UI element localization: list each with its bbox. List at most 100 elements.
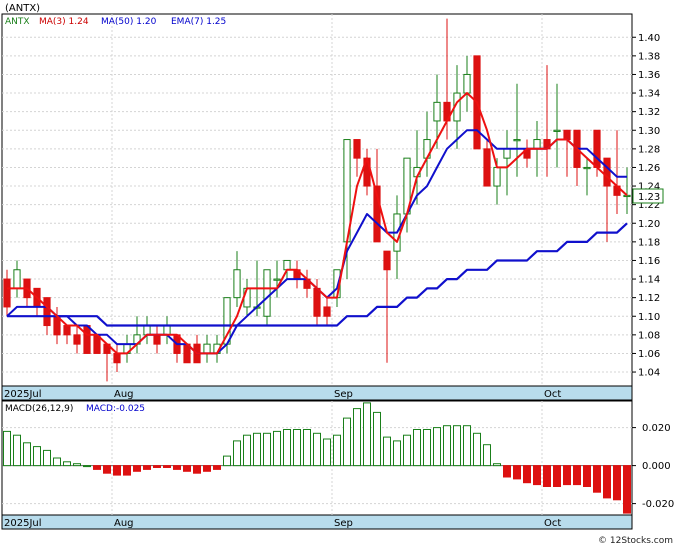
price-panel — [1, 13, 633, 387]
macd-month-label: 2025Jul — [4, 518, 42, 529]
macd-bar — [83, 465, 91, 468]
macd-bar — [263, 432, 271, 467]
legend-ma3: MA(3) 1.24 — [39, 17, 89, 27]
macd-bar — [623, 465, 631, 514]
price-tick-label: 1.16 — [638, 256, 660, 267]
legend-ticker: ANTX — [5, 17, 30, 27]
macd-bar — [533, 465, 541, 486]
candle-body — [143, 325, 151, 336]
candle-body — [323, 306, 331, 317]
macd-bar — [343, 417, 351, 467]
macd-bar — [103, 465, 111, 474]
macd-bar — [113, 465, 121, 476]
macd-bar — [213, 465, 221, 470]
macd-bar — [553, 465, 561, 488]
price-tick-label: 1.12 — [638, 293, 660, 304]
candle-body — [63, 325, 71, 336]
macd-bar — [613, 465, 621, 501]
price-tick-label: 1.10 — [638, 312, 660, 323]
macd-bar — [163, 465, 171, 469]
candle-body — [313, 287, 321, 317]
candle-body — [493, 166, 501, 187]
price-tick-label: 1.36 — [638, 70, 660, 81]
candle-body — [503, 148, 511, 159]
macd-bar — [603, 465, 611, 499]
price-tick-label: 1.18 — [638, 237, 660, 248]
macd-bar — [493, 463, 501, 467]
month-label: 2025Jul — [4, 389, 42, 400]
macd-bar — [303, 429, 311, 467]
price-legend: ANTX MA(3) 1.24 MA(50) 1.20 EMA(7) 1.25 — [5, 17, 226, 27]
macd-bar — [333, 434, 341, 467]
macd-bar — [143, 465, 151, 470]
macd-bar — [563, 465, 571, 486]
macd-tick-label: -0.020 — [642, 499, 674, 510]
macd-bar — [473, 432, 481, 467]
legend-ema7: EMA(7) 1.25 — [171, 17, 226, 27]
macd-bar — [443, 425, 451, 467]
macd-x-axis-band — [1, 514, 633, 530]
macd-bar — [93, 465, 101, 470]
macd-bar — [253, 432, 261, 467]
price-tick-label: 1.06 — [638, 349, 660, 360]
candle-body — [583, 166, 591, 170]
price-tick-label: 1.20 — [638, 219, 660, 230]
macd-bar — [433, 427, 441, 467]
macd-bar — [573, 465, 581, 486]
macd-bar — [543, 465, 551, 488]
macd-bar — [283, 429, 291, 467]
macd-bar — [13, 434, 21, 467]
macd-bar — [323, 438, 331, 467]
price-tick-label: 1.28 — [638, 144, 660, 155]
macd-bar — [193, 465, 201, 474]
credit-text: © 12Stocks.com — [598, 536, 673, 546]
macd-bar — [3, 430, 11, 467]
candle-body — [113, 352, 121, 364]
month-label: Sep — [334, 389, 353, 400]
price-x-axis-band — [1, 385, 633, 401]
candle-body — [163, 325, 171, 336]
month-label: Aug — [114, 389, 134, 400]
macd-bar — [423, 429, 431, 467]
macd-bar — [243, 434, 251, 467]
macd-bar — [63, 461, 71, 467]
stock-chart: 1.041.061.081.101.121.141.161.181.201.22… — [1, 3, 674, 546]
macd-bar — [523, 465, 531, 484]
macd-bar — [273, 430, 281, 467]
macd-bar — [43, 449, 51, 467]
macd-month-label: Sep — [334, 518, 353, 529]
price-tick-label: 1.04 — [638, 368, 660, 379]
macd-bar — [313, 432, 321, 467]
price-tick-label: 1.32 — [638, 107, 660, 118]
macd-bar — [393, 440, 401, 467]
candle-body — [153, 334, 161, 345]
candle-body — [463, 73, 471, 94]
candle-body — [353, 139, 361, 159]
candle-body — [483, 148, 491, 187]
macd-bar — [583, 465, 591, 488]
macd-tick-label: 0.000 — [642, 461, 671, 472]
price-tick-label: 1.08 — [638, 330, 660, 341]
candle-body — [203, 343, 211, 354]
macd-bar — [513, 465, 521, 480]
macd-bar — [23, 442, 31, 467]
price-tick-label: 1.34 — [638, 89, 660, 100]
candle-body — [593, 129, 601, 168]
candle-body — [83, 325, 91, 354]
macd-bar — [233, 440, 241, 467]
macd-bar — [403, 434, 411, 467]
macd-bar — [33, 446, 41, 467]
month-label: Oct — [544, 389, 561, 400]
candle-body — [533, 139, 541, 150]
price-tick-label: 1.30 — [638, 126, 660, 137]
candle-body — [513, 139, 521, 142]
macd-legend-value: MACD:-0.025 — [86, 404, 145, 414]
macd-bar — [463, 425, 471, 467]
candle-body — [433, 101, 441, 122]
candle-body — [73, 334, 81, 345]
candle-body — [383, 250, 391, 271]
macd-bar — [203, 465, 211, 472]
macd-bar — [123, 465, 131, 476]
macd-month-label: Aug — [114, 518, 134, 529]
price-tick-label: 1.26 — [638, 163, 660, 174]
